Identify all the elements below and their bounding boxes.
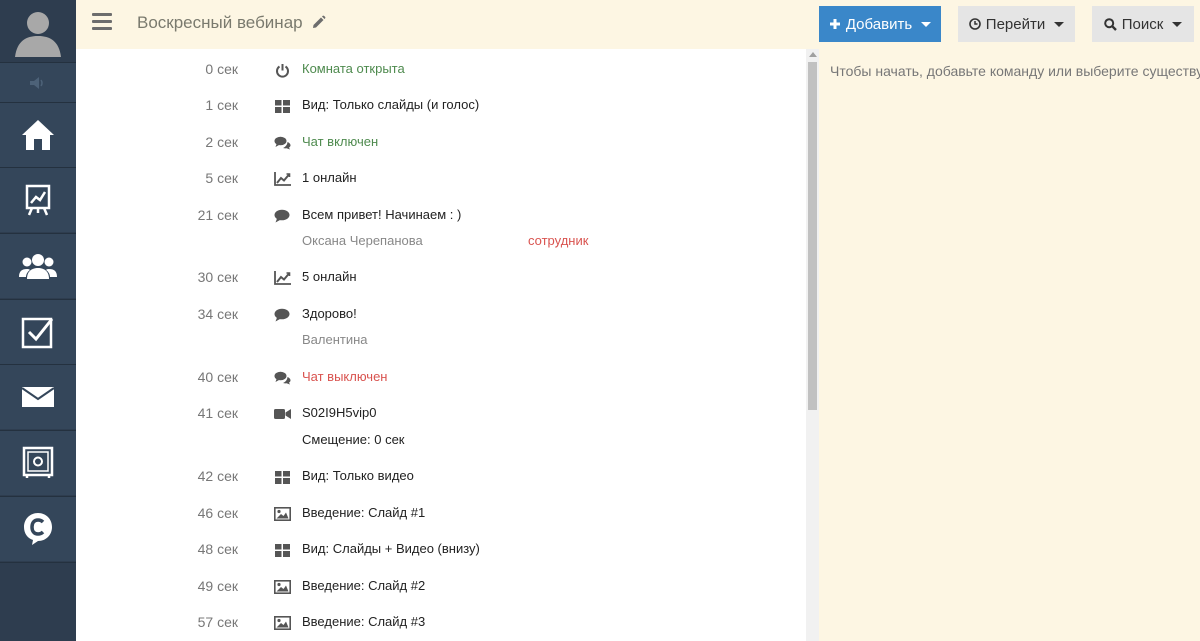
timeline-list[interactable]: 0 сек Комната открыта 1 сек Вид: Только … — [76, 49, 806, 641]
message-author: Валентина — [302, 332, 368, 347]
go-to-button[interactable]: Перейти — [958, 6, 1075, 42]
power-icon — [273, 61, 291, 79]
checkbox-icon — [21, 317, 54, 349]
empty-state-hint: Чтобы начать, добавьте команду или выбер… — [830, 63, 1200, 79]
sidebar — [0, 0, 76, 641]
sidebar-item-statistics[interactable] — [0, 167, 76, 232]
chat-c-icon — [24, 513, 52, 545]
event-text: Всем привет! Начинаем : ) — [302, 207, 462, 222]
sidebar-item-tasks[interactable] — [0, 299, 76, 364]
go-to-button-label: Перейти — [985, 15, 1046, 33]
comment-icon — [273, 306, 291, 324]
event-time: 46 сек — [197, 505, 238, 521]
event-time: 42 сек — [197, 468, 238, 484]
sidebar-item-users[interactable] — [0, 233, 76, 298]
sidebar-item-safe[interactable] — [0, 430, 76, 495]
layout-grid-icon — [273, 468, 291, 486]
event-time: 34 сек — [197, 306, 238, 322]
clock-icon — [968, 18, 981, 30]
video-offset: Смещение: 0 сек — [302, 432, 405, 447]
command-editor-panel: Чтобы начать, добавьте команду или выбер… — [819, 49, 1200, 641]
add-button-label: Добавить — [845, 15, 913, 33]
image-icon — [273, 614, 291, 632]
image-icon — [273, 505, 291, 523]
add-button[interactable]: Добавить — [819, 6, 941, 42]
sidebar-filler — [0, 562, 76, 641]
sidebar-item-support[interactable] — [0, 496, 76, 561]
event-text: Введение: Слайд #2 — [302, 578, 426, 593]
scrollbar-thumb[interactable] — [808, 62, 817, 410]
event-text: Вид: Только слайды (и голос) — [302, 97, 480, 112]
event-text: Комната открыта — [302, 61, 405, 76]
user-avatar-icon — [15, 12, 61, 57]
event-time: 41 сек — [197, 405, 238, 421]
event-time: 0 сек — [205, 61, 238, 77]
menu-toggle-icon[interactable] — [92, 13, 112, 31]
event-text: Вид: Слайды + Видео (внизу) — [302, 541, 480, 556]
layout-grid-icon — [273, 97, 291, 115]
event-time: 48 сек — [197, 541, 238, 557]
caret-down-icon — [1054, 21, 1065, 27]
event-text: Вид: Только видео — [302, 468, 414, 483]
search-button-label: Поиск — [1121, 15, 1164, 33]
event-text: Введение: Слайд #3 — [302, 614, 426, 629]
event-time: 21 сек — [197, 207, 238, 223]
mail-icon — [21, 387, 55, 407]
volume-icon — [30, 76, 43, 89]
event-time: 57 сек — [197, 614, 238, 630]
search-button[interactable]: Поиск — [1092, 6, 1194, 42]
event-time: 30 сек — [197, 269, 238, 285]
event-text: S02I9H5vip0 — [302, 405, 377, 420]
caret-down-icon — [921, 21, 932, 27]
event-text: Введение: Слайд #1 — [302, 505, 426, 520]
event-time: 40 сек — [197, 369, 238, 385]
sidebar-item-home[interactable] — [0, 102, 76, 167]
event-time: 2 сек — [205, 134, 238, 150]
page-title[interactable]: Воскресный вебинар — [137, 13, 326, 33]
video-camera-icon — [273, 405, 291, 423]
plus-icon — [829, 19, 840, 29]
event-time: 49 сек — [197, 578, 238, 594]
image-icon — [273, 578, 291, 596]
event-time: 5 сек — [205, 170, 238, 186]
search-icon — [1103, 17, 1117, 31]
top-header: Воскресный вебинар Добавить Перейти Поис… — [76, 0, 1200, 49]
event-text: 5 онлайн — [302, 269, 357, 284]
caret-down-icon — [1172, 21, 1183, 27]
presentation-icon — [25, 184, 51, 216]
avatar[interactable] — [0, 0, 76, 62]
chat-bubbles-icon — [273, 134, 291, 152]
pencil-icon[interactable] — [311, 15, 326, 30]
chat-bubbles-icon — [273, 369, 291, 387]
event-text: 1 онлайн — [302, 170, 357, 185]
comment-icon — [273, 207, 291, 225]
sidebar-item-mail[interactable] — [0, 364, 76, 429]
event-text: Чат включен — [302, 134, 379, 149]
event-text: Здорово! — [302, 306, 357, 321]
message-author: Оксана Черепанова — [302, 233, 423, 248]
layout-grid-icon — [273, 541, 291, 559]
author-role-badge: сотрудник — [528, 233, 589, 248]
event-time: 1 сек — [205, 97, 238, 113]
safe-icon — [22, 446, 54, 478]
chart-line-icon — [273, 269, 291, 287]
scroll-up-arrow-icon[interactable] — [809, 52, 817, 57]
home-icon — [22, 120, 54, 150]
users-icon — [19, 254, 57, 279]
event-text: Чат выключен — [302, 369, 388, 384]
chart-line-icon — [273, 170, 291, 188]
volume-toggle[interactable] — [0, 62, 76, 102]
page-title-text: Воскресный вебинар — [137, 13, 303, 32]
